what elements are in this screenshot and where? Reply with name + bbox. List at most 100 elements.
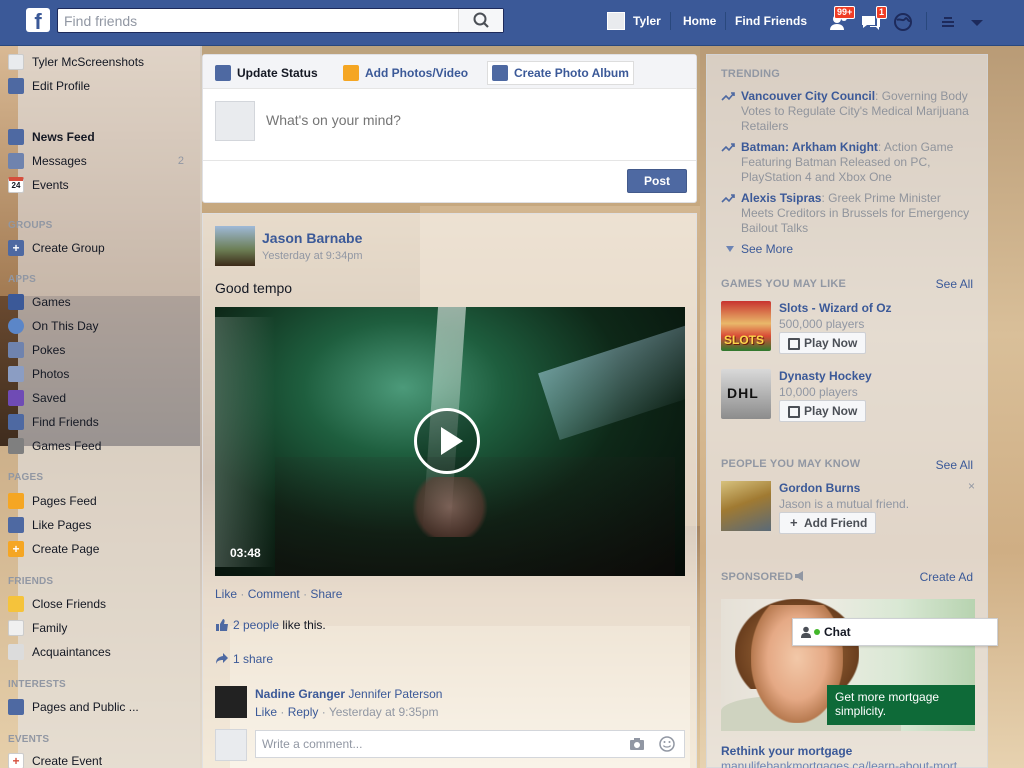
ad-title[interactable]: Rethink your mortgage <box>721 744 852 758</box>
online-indicator <box>814 629 820 635</box>
sidebar-item-create-group[interactable]: + Create Group <box>8 238 184 258</box>
video-player[interactable]: 03:48 <box>215 307 685 576</box>
home-link[interactable]: Home <box>683 14 716 28</box>
tab-create-photo-album[interactable]: Create Photo Album <box>487 61 634 85</box>
privacy-shortcuts-button[interactable] <box>940 12 962 32</box>
sidebar-item-photos[interactable]: Photos <box>8 364 184 384</box>
sidebar-item-on-this-day[interactable]: On This Day <box>8 316 184 336</box>
sidebar-item-games-feed[interactable]: Games Feed <box>8 436 184 456</box>
sidebar-item-close-friends[interactable]: Close Friends <box>8 594 184 614</box>
sidebar-item-messages[interactable]: Messages 2 <box>8 151 184 171</box>
apps-header: APPS <box>8 274 37 285</box>
search-input[interactable] <box>58 9 458 32</box>
suggested-person-avatar[interactable] <box>721 481 771 531</box>
games-icon <box>8 294 24 310</box>
settings-menu-button[interactable] <box>966 12 988 32</box>
search-button[interactable] <box>458 9 503 32</box>
sidebar-item-create-page[interactable]: + Create Page <box>8 539 184 559</box>
people-you-may-know-header: PEOPLE YOU MAY KNOW <box>721 458 861 470</box>
sidebar-item-pages-and-public[interactable]: Pages and Public ... <box>8 697 184 717</box>
comment-link[interactable]: Comment <box>248 587 300 601</box>
pymk-see-all-link[interactable]: See All <box>936 458 973 472</box>
sidebar-item-edit-profile[interactable]: Edit Profile <box>8 76 184 96</box>
camera-icon[interactable] <box>629 737 645 751</box>
game-players: 10,000 players <box>779 385 858 399</box>
bookmark-icon <box>8 390 24 406</box>
comment-reply-link[interactable]: Reply <box>288 705 319 719</box>
commenter-name[interactable]: Nadine Granger <box>255 687 345 701</box>
play-now-button[interactable]: Play Now <box>779 332 867 354</box>
emoji-icon[interactable] <box>659 736 675 752</box>
share-link[interactable]: Share <box>310 587 342 601</box>
story-timestamp[interactable]: Yesterday at 9:34pm <box>262 250 363 262</box>
sidebar-item-events[interactable]: 24 Events <box>8 175 184 195</box>
pencil-icon <box>215 65 231 81</box>
create-ad-link[interactable]: Create Ad <box>920 570 973 584</box>
find-friends-link[interactable]: Find Friends <box>735 14 807 28</box>
trending-item[interactable]: Vancouver City Council: Governing Body V… <box>721 89 975 135</box>
author-name[interactable]: Jason Barnabe <box>262 230 362 246</box>
sidebar-item-like-pages[interactable]: Like Pages <box>8 515 184 535</box>
sidebar-item-games[interactable]: Games <box>8 292 184 312</box>
suggested-person-name[interactable]: Gordon Burns <box>779 481 860 495</box>
separator-dot: · <box>303 587 308 601</box>
games-see-all-link[interactable]: See All <box>936 277 973 291</box>
notifications-button[interactable] <box>892 12 914 32</box>
shares-link[interactable]: 1 share <box>233 652 273 666</box>
top-navigation-bar: f Tyler Home Find Friends 99+ 1 <box>0 0 1024 46</box>
likers-link[interactable]: 2 people <box>233 618 279 632</box>
messages-button[interactable]: 1 <box>860 6 888 32</box>
tagged-name[interactable]: Jennifer Paterson <box>348 687 442 701</box>
poke-icon <box>8 342 24 358</box>
game-icon[interactable]: DHL <box>721 369 771 419</box>
add-friend-button[interactable]: Add Friend <box>779 512 877 534</box>
like-link[interactable]: Like <box>215 587 237 601</box>
close-icon[interactable]: × <box>968 479 975 493</box>
post-button[interactable]: Post <box>627 169 687 193</box>
sidebar-item-pages-feed[interactable]: Pages Feed <box>8 491 184 511</box>
ad-url[interactable]: manulifebankmortgages.ca/learn-about-mor… <box>721 759 967 768</box>
megaphone-icon <box>795 571 803 581</box>
game-icon[interactable]: SLOTS <box>721 301 771 351</box>
shares-row: 1 share <box>215 652 273 666</box>
sidebar-item-news-feed[interactable]: News Feed <box>8 127 184 147</box>
tab-add-photos-video[interactable]: Add Photos/Video <box>339 61 472 85</box>
sidebar-item-profile[interactable]: Tyler McScreenshots <box>8 52 184 72</box>
game-name[interactable]: Slots - Wizard of Oz <box>779 301 892 315</box>
game-name[interactable]: Dynasty Hockey <box>779 369 872 383</box>
trending-item[interactable]: Batman: Arkham Knight: Action Game Featu… <box>721 140 975 186</box>
photo-icon <box>343 65 359 81</box>
sidebar-item-pokes[interactable]: Pokes <box>8 340 184 360</box>
chat-label: Chat <box>824 625 851 639</box>
comment-input[interactable] <box>255 730 685 758</box>
comment-time[interactable]: Yesterday at 9:35pm <box>329 705 439 719</box>
composer-footer: Post <box>203 160 696 202</box>
chat-tab[interactable]: Chat <box>792 618 998 646</box>
play-now-button[interactable]: Play Now <box>779 400 867 422</box>
clock-icon <box>8 318 24 334</box>
comment-header: Nadine Granger Jennifer Paterson <box>255 687 442 701</box>
plus-icon: + <box>8 541 24 557</box>
author-avatar[interactable] <box>215 226 255 266</box>
profile-link[interactable]: Tyler <box>607 10 661 32</box>
friends-header: FRIENDS <box>8 576 54 587</box>
play-button[interactable] <box>414 408 480 474</box>
tab-update-status[interactable]: Update Status <box>211 61 322 85</box>
separator-dot: · <box>240 587 245 601</box>
sidebar-item-family[interactable]: Family <box>8 618 184 638</box>
friend-requests-button[interactable]: 99+ <box>828 6 856 32</box>
facebook-logo[interactable]: f <box>26 8 50 34</box>
sidebar-item-acquaintances[interactable]: Acquaintances <box>8 642 184 662</box>
comment-like-link[interactable]: Like <box>255 705 277 719</box>
commenter-avatar[interactable] <box>215 686 247 718</box>
lock-icon <box>942 17 954 27</box>
trending-item[interactable]: Alexis Tsipras: Greek Prime Minister Mee… <box>721 191 975 237</box>
sidebar-item-create-event[interactable]: + Create Event <box>8 751 184 768</box>
see-more-link[interactable]: See More <box>721 242 975 258</box>
friend-requests-badge: 99+ <box>834 6 856 19</box>
thumbs-up-icon <box>216 619 228 631</box>
rss-icon <box>8 699 24 715</box>
sidebar-item-find-friends[interactable]: Find Friends <box>8 412 184 432</box>
sidebar-item-saved[interactable]: Saved <box>8 388 184 408</box>
status-input[interactable] <box>266 112 666 128</box>
